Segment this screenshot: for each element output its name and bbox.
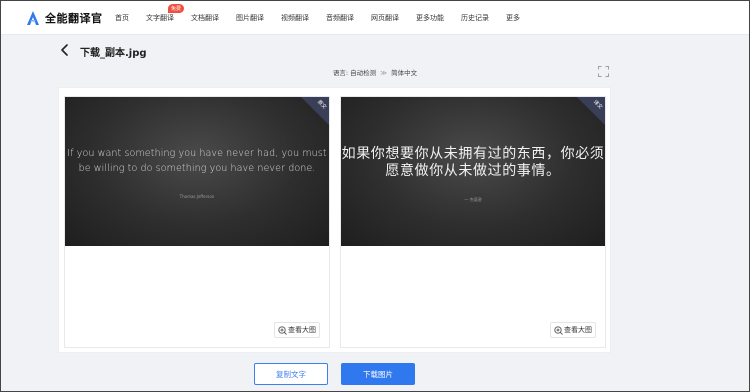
zoom-label: 查看大图 (288, 326, 316, 334)
corner-ribbon (301, 97, 329, 125)
language-bar: 语言: 自动检测 ≫ 简体中文 (0, 67, 750, 77)
nav-label: 文字翻译 (146, 14, 174, 22)
source-language[interactable]: 自动检测 (350, 69, 376, 77)
translated-image-card: 译文 如果你想要你从未拥有过的东西，你必须愿意做你从未做过的事情。 一 杰斐逊 … (340, 96, 606, 348)
app-logo-icon (27, 11, 39, 25)
zoom-in-icon (278, 325, 287, 335)
language-label: 语言: (332, 69, 349, 77)
app-name: 全能翻译官 (45, 12, 103, 25)
nav-item-text-translate[interactable]: 文字翻译 免费 (146, 4, 185, 23)
free-badge: 免费 (168, 4, 185, 13)
nav-item-history[interactable]: 历史记录 (461, 13, 489, 23)
translated-quote-author: 一 杰斐逊 (464, 197, 482, 202)
nav-label: 文档翻译 (191, 14, 219, 22)
nav-item-document-translate[interactable]: 文档翻译 (191, 13, 219, 23)
corner-ribbon (577, 97, 605, 125)
download-image-button[interactable]: 下载图片 (341, 363, 415, 385)
app-logo[interactable]: 全能翻译官 (27, 10, 103, 26)
file-title: 下载_副本.jpg (80, 48, 147, 59)
nav-item-webpage-translate[interactable]: 网页翻译 (371, 13, 399, 23)
zoom-label: 查看大图 (564, 326, 592, 334)
language-separator: ≫ (380, 69, 387, 77)
fullscreen-icon[interactable] (598, 66, 609, 77)
nav-label: 首页 (115, 14, 129, 22)
copy-text-button[interactable]: 复制文字 (254, 363, 328, 385)
back-arrow-icon[interactable] (58, 43, 72, 57)
target-language[interactable]: 简体中文 (391, 69, 417, 77)
original-image: 原文 If you want something you have never … (65, 97, 329, 246)
view-large-translated-button[interactable]: 查看大图 (550, 322, 596, 338)
top-navigation-bar: 全能翻译官 首页 文字翻译 免费 文档翻译 图片翻译 视频翻译 音频翻译 网页翻… (1, 1, 749, 35)
nav-item-more[interactable]: 更多 (506, 13, 520, 23)
nav-item-image-translate[interactable]: 图片翻译 (236, 13, 264, 23)
nav-label: 视频翻译 (281, 14, 309, 22)
original-quote-text: If you want something you have never had… (67, 148, 327, 174)
comparison-panel: 原文 If you want something you have never … (58, 87, 611, 353)
nav-label: 图片翻译 (236, 14, 264, 22)
original-quote-author: Thomas Jefferson (179, 194, 215, 199)
nav-label: 网页翻译 (371, 14, 399, 22)
nav-item-audio-translate[interactable]: 音频翻译 (326, 13, 354, 23)
original-image-card: 原文 If you want something you have never … (64, 96, 330, 348)
zoom-in-icon (554, 325, 563, 335)
translated-quote-text: 如果你想要你从未拥有过的东西，你必须愿意做你从未做过的事情。 (341, 146, 605, 179)
nav-label: 更多功能 (416, 14, 444, 22)
nav-label: 音频翻译 (326, 14, 354, 22)
nav-label: 更多 (506, 14, 520, 22)
view-large-original-button[interactable]: 查看大图 (274, 322, 320, 338)
translated-image: 译文 如果你想要你从未拥有过的东西，你必须愿意做你从未做过的事情。 一 杰斐逊 (341, 97, 605, 246)
nav-item-video-translate[interactable]: 视频翻译 (281, 13, 309, 23)
nav-item-more-features[interactable]: 更多功能 (416, 13, 444, 23)
nav-item-home[interactable]: 首页 (115, 13, 129, 23)
main-nav: 首页 文字翻译 免费 文档翻译 图片翻译 视频翻译 音频翻译 网页翻译 更多功能… (115, 1, 537, 35)
nav-label: 历史记录 (461, 14, 489, 22)
